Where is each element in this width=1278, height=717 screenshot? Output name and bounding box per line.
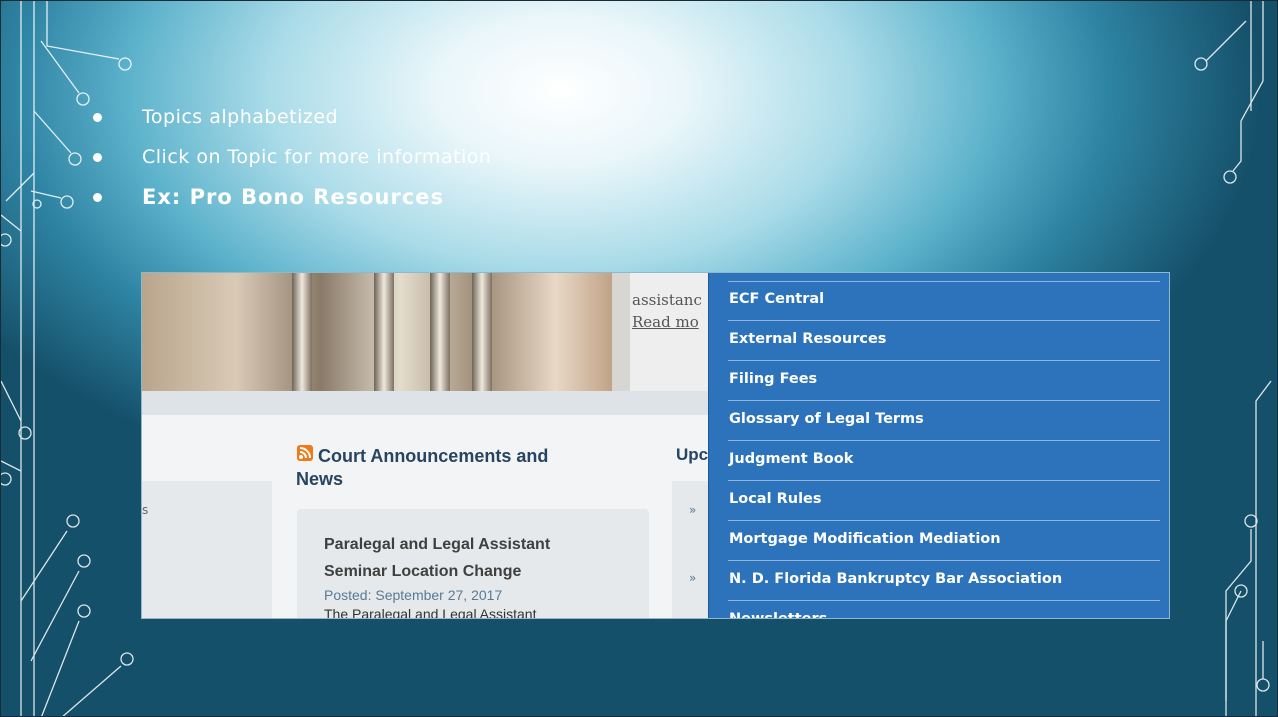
menu-item-local-rules[interactable]: Local Rules	[729, 491, 822, 507]
hero-image	[142, 273, 612, 391]
upcoming-heading: Upc	[676, 445, 709, 464]
menu-item-mortgage-modification[interactable]: Mortgage Modification Mediation	[729, 531, 1001, 547]
website-screenshot: assistanc Read mo s Court Announcements …	[141, 272, 1170, 619]
menu-item-newsletters[interactable]: Newsletters	[729, 611, 827, 618]
menu-item-filing-fees[interactable]: Filing Fees	[729, 371, 817, 387]
left-panel	[142, 481, 272, 618]
bullet-text: Click on Topic for more information	[142, 146, 492, 168]
read-more-link[interactable]: Read mo	[632, 313, 699, 331]
bullet-item: Ex: Pro Bono Resources	[93, 177, 491, 217]
topics-dropdown-menu: ECF Central External Resources Filing Fe…	[708, 273, 1169, 618]
news-posted-date: Posted: September 27, 2017	[324, 587, 503, 603]
bullet-item: Topics alphabetized	[93, 97, 491, 137]
menu-item-judgment-book[interactable]: Judgment Book	[729, 451, 853, 467]
divider-strip	[142, 391, 708, 415]
intro-text: assistanc	[632, 291, 702, 309]
chevron-right-icon: »	[689, 571, 697, 585]
menu-item-glossary[interactable]: Glossary of Legal Terms	[729, 411, 924, 427]
bullet-item: Click on Topic for more information	[93, 137, 491, 177]
bullet-text: Topics alphabetized	[142, 106, 339, 128]
news-body: The Paralegal and Legal Assistant	[324, 606, 537, 619]
announcements-heading: Court Announcements and News	[296, 446, 549, 489]
menu-item-bankruptcy-bar[interactable]: N. D. Florida Bankruptcy Bar Association	[729, 571, 1062, 587]
presentation-slide: Topics alphabetized Click on Topic for m…	[0, 0, 1278, 717]
chevron-right-icon: »	[689, 503, 697, 517]
menu-item-external-resources[interactable]: External Resources	[729, 331, 886, 347]
bullet-text: Ex: Pro Bono Resources	[142, 185, 445, 209]
upcoming-panel	[672, 481, 712, 618]
bullet-dot-icon	[93, 152, 102, 162]
bullet-dot-icon	[93, 192, 102, 202]
menu-item-ecf-central[interactable]: ECF Central	[729, 291, 824, 307]
news-title[interactable]: Paralegal and Legal Assistant Seminar Lo…	[324, 531, 604, 585]
bullet-list: Topics alphabetized Click on Topic for m…	[93, 97, 491, 217]
left-panel-text: s	[142, 503, 149, 517]
bullet-dot-icon	[93, 112, 102, 122]
